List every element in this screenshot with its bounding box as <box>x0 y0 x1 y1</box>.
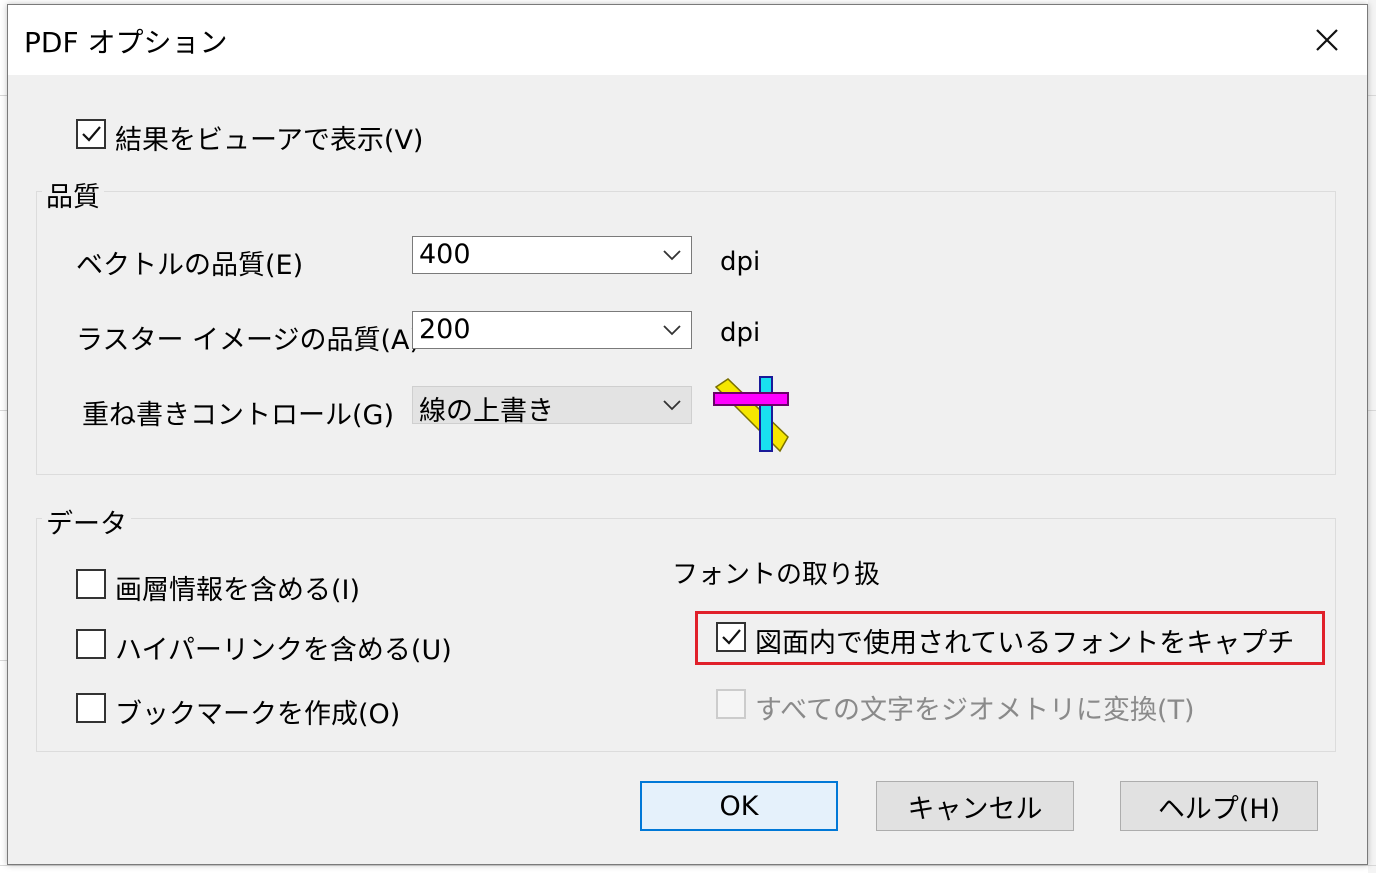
background-divider <box>0 865 1376 866</box>
overwrite-lines-icon <box>713 376 789 453</box>
pdf-options-dialog: PDF オプション 結果をビューアで表示(V) 品質 ベクトルの品質(E) 40… <box>7 4 1368 865</box>
close-icon <box>1316 29 1338 51</box>
background-divider <box>1368 95 1376 96</box>
capture-fonts-checkbox[interactable] <box>716 622 746 652</box>
convert-to-geometry-label: すべての文字をジオメトリに変換(T) <box>755 695 1195 726</box>
include-hyperlinks-label[interactable]: ハイパーリンクを含める(U) <box>115 628 452 667</box>
background-divider <box>1368 410 1376 411</box>
show-in-viewer-checkbox[interactable] <box>76 119 106 149</box>
checkmark-icon <box>722 629 741 645</box>
chevron-down-icon <box>663 325 681 336</box>
ok-button[interactable]: OK <box>640 781 838 831</box>
quality-group-title: 品質 <box>42 175 104 214</box>
create-bookmarks-checkbox[interactable] <box>76 693 106 723</box>
overlay-control-value: 線の上書き <box>419 396 554 427</box>
background-divider <box>0 410 7 411</box>
chevron-down-icon <box>663 400 681 411</box>
close-button[interactable] <box>1287 5 1367 75</box>
background-divider <box>0 95 7 96</box>
raster-quality-label: ラスター イメージの品質(A) <box>76 325 421 356</box>
vector-quality-unit: dpi <box>720 247 761 277</box>
help-button[interactable]: ヘルプ(H) <box>1120 781 1318 831</box>
create-bookmarks-label[interactable]: ブックマークを作成(O) <box>115 692 400 731</box>
convert-to-geometry-checkbox <box>716 689 746 719</box>
capture-fonts-label[interactable]: 図面内で使用されているフォントをキャプチャ(C <box>755 621 1295 660</box>
include-hyperlinks-checkbox[interactable] <box>76 629 106 659</box>
raster-quality-unit: dpi <box>720 318 761 348</box>
vector-quality-label: ベクトルの品質(E) <box>76 250 304 281</box>
vector-quality-value: 400 <box>419 239 471 270</box>
font-handling-title: フォントの取り扱 <box>672 560 881 590</box>
title-bar: PDF オプション <box>8 5 1367 75</box>
background-divider <box>0 660 7 661</box>
show-in-viewer-label[interactable]: 結果をビューアで表示(V) <box>115 118 423 157</box>
overlay-control-label: 重ね書きコントロール(G) <box>82 400 394 431</box>
background-window-edge <box>1368 0 1376 873</box>
raster-quality-value: 200 <box>419 314 471 345</box>
include-layers-checkbox[interactable] <box>76 569 106 599</box>
chevron-down-icon <box>663 250 681 261</box>
cancel-button[interactable]: キャンセル <box>876 781 1074 831</box>
overlay-control-select[interactable]: 線の上書き <box>412 386 692 427</box>
include-layers-label[interactable]: 画層情報を含める(I) <box>115 568 360 607</box>
vector-quality-select[interactable]: 400 <box>412 236 692 274</box>
dialog-title: PDF オプション <box>24 26 228 59</box>
data-group-title: データ <box>42 502 131 541</box>
raster-quality-select[interactable]: 200 <box>412 311 692 349</box>
checkmark-icon <box>82 126 101 142</box>
